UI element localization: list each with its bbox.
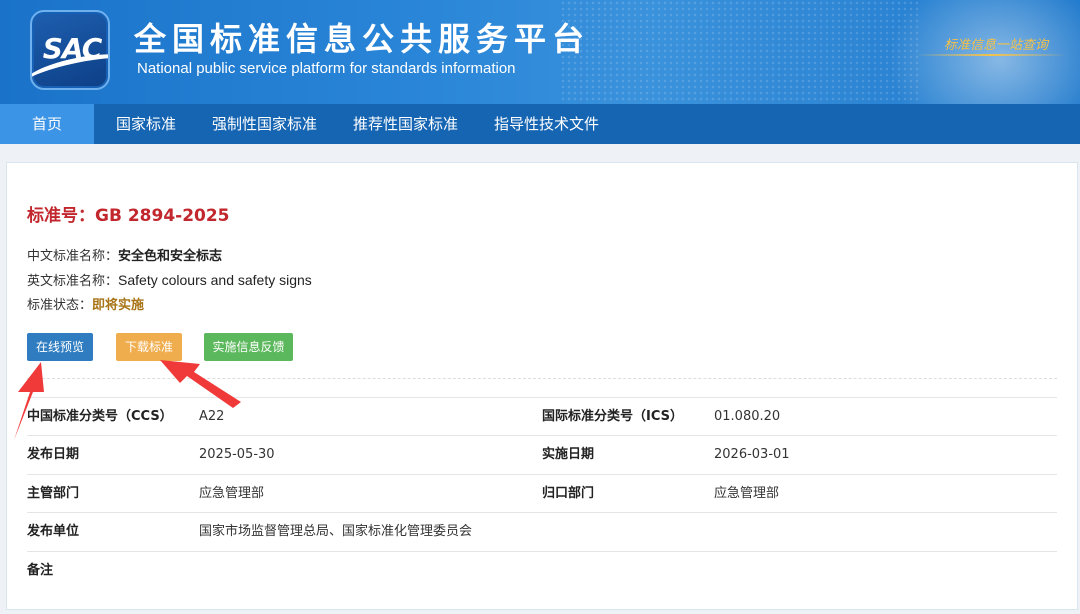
issuer-label: 发布单位 (27, 524, 80, 539)
en-name-row: 英文标准名称：Safety colours and safety signs (27, 270, 312, 289)
ics-value: 01.080.20 (714, 409, 781, 424)
implementation-feedback-button[interactable]: 实施信息反馈 (204, 333, 293, 361)
cn-name-label: 中文标准名称： (27, 249, 119, 264)
nav-item-national-standards[interactable]: 国家标准 (94, 104, 194, 144)
nav-item-home[interactable]: 首页 (0, 104, 94, 144)
sac-logo[interactable]: SAC (30, 10, 110, 90)
standard-number-heading: 标准号：GB 2894-2025 (27, 201, 230, 226)
world-map-decoration (560, 0, 920, 104)
detail-row-remark: 备注 (27, 551, 1057, 589)
detail-row-departments: 主管部门 应急管理部 归口部门 应急管理部 (27, 474, 1057, 512)
nav-item-recommended-standards[interactable]: 推荐性国家标准 (335, 104, 476, 144)
remark-label: 备注 (27, 563, 54, 578)
issuer-value: 国家市场监督管理总局、国家标准化管理委员会 (199, 524, 473, 539)
standard-detail-panel: 标准号：GB 2894-2025 中文标准名称：安全色和安全标志 英文标准名称：… (6, 162, 1078, 610)
section-divider (27, 378, 1057, 379)
en-name-label: 英文标准名称： (27, 274, 119, 289)
ccs-value: A22 (199, 409, 225, 424)
cn-name-row: 中文标准名称：安全色和安全标志 (27, 245, 222, 264)
implement-date-value: 2026-03-01 (714, 447, 790, 462)
cn-name-value: 安全色和安全标志 (118, 249, 223, 264)
logo-text: SAC (42, 32, 103, 65)
central-dept-label: 归口部门 (542, 486, 595, 501)
site-subtitle: National public service platform for sta… (137, 60, 516, 77)
detail-row-dates: 发布日期 2025-05-30 实施日期 2026-03-01 (27, 435, 1057, 473)
ics-label: 国际标准分类号（ICS） (542, 409, 683, 424)
publish-date-value: 2025-05-30 (199, 447, 275, 462)
dept-value: 应急管理部 (199, 486, 265, 501)
nav-item-mandatory-standards[interactable]: 强制性国家标准 (194, 104, 335, 144)
detail-row-classification: 中国标准分类号（CCS） A22 国际标准分类号（ICS） 01.080.20 (27, 397, 1057, 435)
dept-label: 主管部门 (27, 486, 80, 501)
en-name-value: Safety colours and safety signs (118, 272, 312, 288)
slogan-underline (916, 54, 1066, 56)
site-title: 全国标准信息公共服务平台 (134, 20, 591, 58)
header-banner: SAC 全国标准信息公共服务平台 National public service… (0, 0, 1080, 104)
standard-number-label: 标准号： (27, 206, 95, 226)
site-slogan: 标准信息一站查询 (944, 38, 1049, 53)
download-standard-button[interactable]: 下载标准 (116, 333, 182, 361)
main-nav: 首页 国家标准 强制性国家标准 推荐性国家标准 指导性技术文件 (0, 104, 1080, 144)
detail-row-issuer: 发布单位 国家市场监督管理总局、国家标准化管理委员会 (27, 512, 1057, 550)
central-dept-value: 应急管理部 (714, 486, 780, 501)
implement-date-label: 实施日期 (542, 447, 595, 462)
standard-number: GB 2894-2025 (95, 206, 230, 226)
online-preview-button[interactable]: 在线预览 (27, 333, 93, 361)
ccs-label: 中国标准分类号（CCS） (27, 409, 173, 424)
nav-item-guidance-documents[interactable]: 指导性技术文件 (476, 104, 617, 144)
status-label: 标准状态： (27, 298, 93, 313)
publish-date-label: 发布日期 (27, 447, 80, 462)
status-row: 标准状态：即将实施 (27, 294, 144, 313)
status-value: 即将实施 (92, 298, 145, 313)
